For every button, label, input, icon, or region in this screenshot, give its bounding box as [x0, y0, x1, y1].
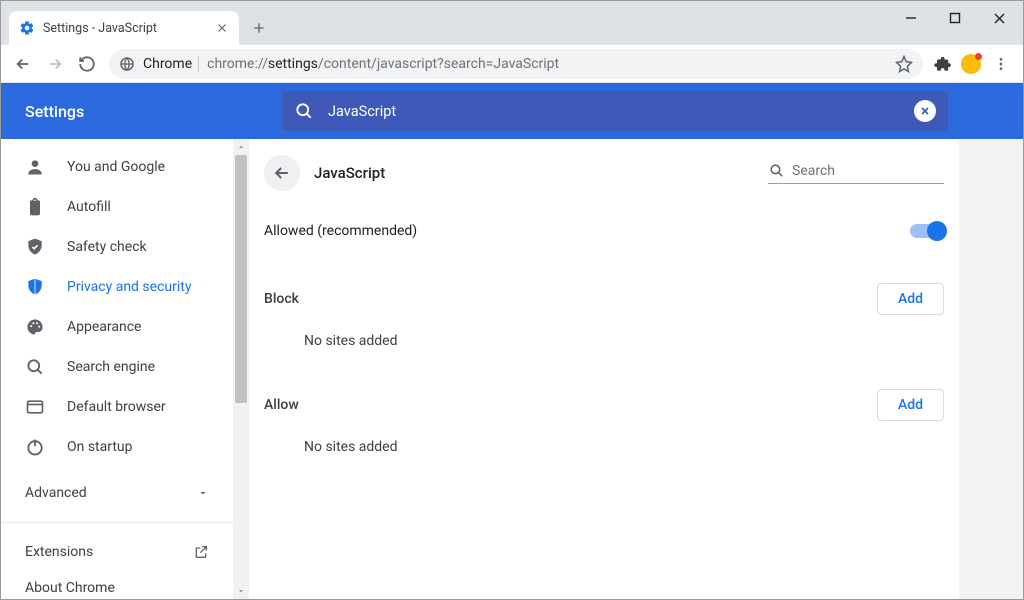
block-section-title: Block: [264, 291, 299, 307]
minimize-button[interactable]: [889, 3, 933, 33]
sidebar-item-search-engine[interactable]: Search engine: [1, 347, 233, 387]
right-rail: [959, 139, 1023, 599]
close-icon[interactable]: [215, 21, 229, 35]
settings-search[interactable]: JavaScript: [282, 91, 948, 131]
titlebar: Settings - JavaScript: [1, 1, 1023, 45]
palette-icon: [25, 317, 45, 337]
gear-icon: [19, 20, 35, 36]
about-label: About Chrome: [25, 580, 115, 596]
extensions-label: Extensions: [25, 544, 93, 560]
sidebar-item-label: Safety check: [67, 239, 147, 255]
sidebar-advanced[interactable]: Advanced: [1, 473, 233, 513]
sidebar-item-autofill[interactable]: Autofill: [1, 187, 233, 227]
sidebar-item-label: Search engine: [67, 359, 155, 375]
window-controls: [889, 3, 1021, 33]
advanced-label: Advanced: [25, 485, 87, 501]
browser-tab[interactable]: Settings - JavaScript: [9, 11, 239, 45]
back-button[interactable]: [7, 48, 39, 80]
allow-add-button[interactable]: Add: [877, 389, 944, 421]
sidebar-scrollbar[interactable]: [233, 139, 249, 599]
sidebar-about-chrome[interactable]: About Chrome: [1, 572, 233, 599]
search-icon: [768, 162, 786, 180]
person-icon: [25, 157, 45, 177]
sidebar-item-appearance[interactable]: Appearance: [1, 307, 233, 347]
browser-icon: [25, 397, 45, 417]
url-seg3: /content/javascript?search=JavaScript: [318, 56, 559, 72]
clipboard-icon: [25, 197, 45, 217]
sidebar-item-label: Appearance: [67, 319, 141, 335]
sidebar-item-label: On startup: [67, 439, 133, 455]
search-icon: [294, 101, 314, 121]
sidebar-item-privacy-security[interactable]: Privacy and security: [1, 267, 233, 307]
sidebar: You and Google Autofill Safety check Pri…: [1, 139, 249, 599]
bookmark-star-icon[interactable]: [895, 55, 913, 73]
allow-section-title: Allow: [264, 397, 299, 413]
block-empty-text: No sites added: [264, 315, 944, 355]
url-seg1: chrome://: [207, 56, 268, 72]
sidebar-divider: [1, 522, 233, 523]
settings-header: Settings JavaScript: [1, 83, 1023, 139]
scrollbar-thumb[interactable]: [235, 155, 247, 403]
page-title: JavaScript: [314, 164, 385, 182]
extension-badge-icon[interactable]: [957, 50, 985, 78]
shield-check-icon: [25, 237, 45, 257]
omnibox-prefix: Chrome: [143, 56, 192, 72]
maximize-button[interactable]: [933, 3, 977, 33]
toolbar: Chrome chrome:// settings /content/javas…: [1, 45, 1023, 83]
sidebar-item-safety-check[interactable]: Safety check: [1, 227, 233, 267]
sidebar-extensions[interactable]: Extensions: [1, 532, 233, 572]
content-area: JavaScript Search Allowed (recommended) …: [249, 139, 959, 599]
sidebar-item-label: Default browser: [67, 399, 166, 415]
scroll-up-arrow-icon[interactable]: [233, 139, 249, 155]
sidebar-item-on-startup[interactable]: On startup: [1, 427, 233, 467]
scroll-down-arrow-icon[interactable]: [233, 583, 249, 599]
new-tab-button[interactable]: [245, 14, 273, 42]
clear-search-icon[interactable]: [914, 100, 936, 122]
settings-title: Settings: [1, 102, 282, 121]
reload-button[interactable]: [71, 48, 103, 80]
javascript-toggle[interactable]: [910, 224, 944, 238]
chevron-down-icon: [197, 487, 209, 499]
sidebar-item-you-and-google[interactable]: You and Google: [1, 147, 233, 187]
back-button[interactable]: [264, 155, 300, 191]
omnibox-separator: [198, 56, 199, 72]
sidebar-item-label: You and Google: [67, 159, 165, 175]
search-icon: [25, 357, 45, 377]
chrome-menu-button[interactable]: [985, 48, 1017, 80]
page-search-placeholder: Search: [792, 163, 835, 179]
allow-empty-text: No sites added: [264, 421, 944, 461]
sidebar-item-label: Privacy and security: [67, 279, 191, 295]
shield-icon: [25, 277, 45, 297]
close-window-button[interactable]: [977, 3, 1021, 33]
allowed-label: Allowed (recommended): [264, 223, 417, 239]
settings-search-value: JavaScript: [328, 103, 914, 120]
page-search[interactable]: Search: [768, 162, 944, 184]
url-seg2: settings: [268, 56, 318, 72]
sidebar-item-label: Autofill: [67, 199, 111, 215]
omnibox[interactable]: Chrome chrome:// settings /content/javas…: [109, 49, 923, 79]
site-info-icon[interactable]: [119, 56, 135, 72]
power-icon: [25, 437, 45, 457]
external-link-icon: [193, 544, 209, 560]
extensions-puzzle-icon[interactable]: [929, 50, 957, 78]
block-add-button[interactable]: Add: [877, 283, 944, 315]
sidebar-item-default-browser[interactable]: Default browser: [1, 387, 233, 427]
forward-button[interactable]: [39, 48, 71, 80]
tab-title: Settings - JavaScript: [43, 21, 215, 36]
